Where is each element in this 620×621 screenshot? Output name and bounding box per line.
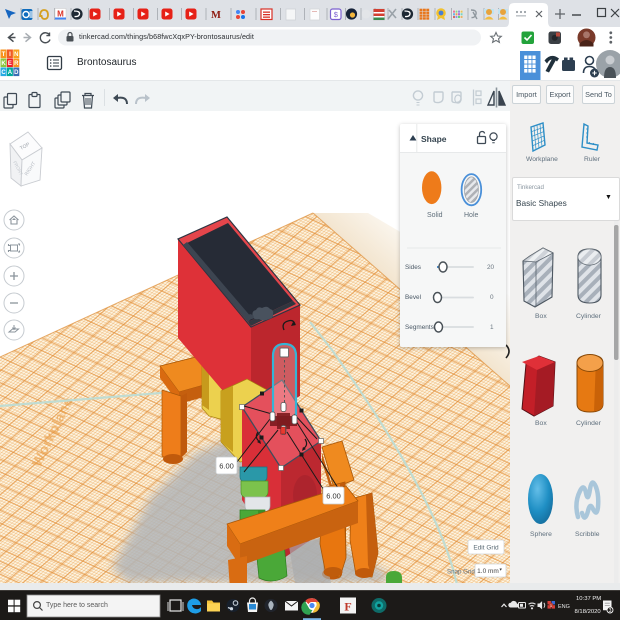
svg-text:3: 3 (609, 608, 612, 614)
svg-text:Snap Grid: Snap Grid (447, 569, 475, 576)
svg-text:T: T (2, 52, 6, 58)
svg-text:D: D (14, 70, 19, 76)
svg-text:N: N (14, 52, 18, 58)
svg-text:F: F (344, 600, 351, 614)
svg-text:K: K (1, 61, 6, 67)
svg-text:R: R (14, 61, 19, 67)
svg-text:6.00: 6.00 (219, 462, 234, 471)
svg-text:A: A (8, 70, 13, 76)
svg-text:C: C (1, 70, 6, 76)
svg-text:M: M (57, 10, 64, 19)
svg-text:Edit Grid: Edit Grid (473, 545, 499, 552)
svg-text:1.0 mm: 1.0 mm (477, 568, 499, 575)
svg-text:M: M (211, 10, 221, 21)
svg-text:E: E (8, 61, 12, 67)
svg-text:6.00: 6.00 (326, 492, 341, 501)
